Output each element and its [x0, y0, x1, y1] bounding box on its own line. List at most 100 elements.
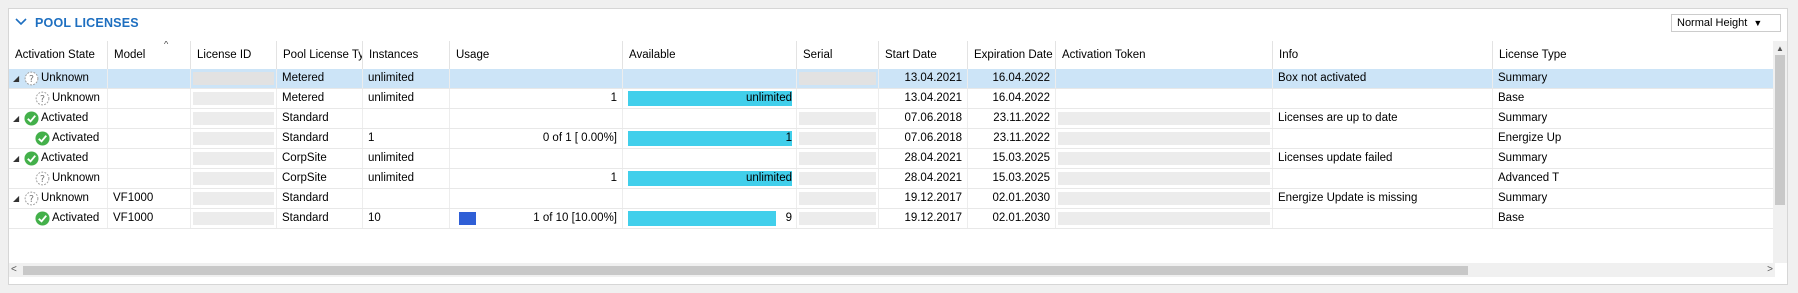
table-row[interactable]: ◢ Activated CorpSite unlimited 28.04.2021 15.… [9, 149, 1779, 169]
cell-activation-state: ? Unknown [9, 89, 107, 108]
expand-toggle-icon[interactable]: ◢ [13, 109, 19, 128]
row-height-select[interactable]: Normal Height ▼ [1671, 14, 1781, 32]
cell-start-date: 28.04.2021 [878, 149, 967, 168]
cell-serial [796, 189, 878, 208]
table-row[interactable]: ? Unknown CorpSite unlimited 28.04.2021 15.03… [9, 169, 1779, 189]
cell-license-id [190, 209, 276, 228]
expand-toggle-icon[interactable]: ◢ [13, 189, 19, 208]
cell-pool-license-type: Metered [276, 69, 362, 88]
usage-text: 1 [610, 172, 617, 184]
cell-available [622, 109, 796, 128]
check-icon [35, 211, 50, 226]
available-text: unlimited [745, 172, 792, 184]
question-icon: ? [35, 171, 50, 186]
horizontal-scrollbar[interactable]: < > [9, 263, 1775, 277]
cell-usage: 1 [449, 169, 622, 188]
scroll-left-icon[interactable]: < [11, 263, 17, 277]
column-header-license-type[interactable]: License Type [1492, 41, 1612, 69]
cell-info: Licenses are up to date [1272, 109, 1492, 128]
serial-field [799, 212, 876, 225]
vertical-scroll-thumb[interactable] [1775, 55, 1785, 205]
column-header-pool-license-type[interactable]: Pool License Type [276, 41, 362, 69]
dropdown-arrow-icon: ▼ [1753, 18, 1763, 28]
cell-license-type: Summary [1492, 189, 1612, 208]
question-icon: ? [35, 91, 50, 106]
cell-instances: unlimited [362, 89, 449, 108]
table-row[interactable]: ◢? Unknown VF1000 Standard 19.12.2017 02.01.2… [9, 189, 1779, 209]
cell-instances: 1 [362, 129, 449, 148]
svg-text:?: ? [29, 194, 34, 205]
cell-activation-state: Activated [9, 129, 107, 148]
cell-model [107, 129, 190, 148]
column-header-serial[interactable]: Serial [796, 41, 878, 69]
column-header-available[interactable]: Available [622, 41, 796, 69]
column-header-usage[interactable]: Usage [449, 41, 622, 69]
grid-header: Activation State Model License ID Pool Lice… [9, 41, 1779, 69]
cell-usage [449, 149, 622, 168]
svg-text:?: ? [40, 174, 45, 185]
cell-pool-license-type: CorpSite [276, 149, 362, 168]
cell-pool-license-type: CorpSite [276, 169, 362, 188]
cell-usage: 0 of 1 [ 0.00%] [449, 129, 622, 148]
cell-serial [796, 129, 878, 148]
vertical-scrollbar[interactable]: ▲ [1773, 41, 1787, 263]
cell-pool-license-type: Standard [276, 109, 362, 128]
serial-field [799, 72, 876, 85]
cell-start-date: 13.04.2021 [878, 69, 967, 88]
check-icon [35, 131, 50, 146]
cell-expiration-date: 15.03.2025 [967, 149, 1055, 168]
column-header-info[interactable]: Info [1272, 41, 1492, 69]
state-indicator: Activated [24, 149, 88, 168]
table-row[interactable]: ? Unknown Metered unlimited 13.04.2021 16.04.… [9, 89, 1779, 109]
cell-info: Box not activated [1272, 69, 1492, 88]
cell-activation-state: ◢? Unknown [9, 189, 107, 208]
column-header-start-date[interactable]: Start Date [878, 41, 967, 69]
cell-expiration-date: 23.11.2022 [967, 129, 1055, 148]
column-header-activation-state[interactable]: Activation State [9, 41, 107, 69]
cell-license-id [190, 69, 276, 88]
table-row[interactable]: ◢ Activated Standard 07.06.2018 23.11.2022 Li… [9, 109, 1779, 129]
column-header-activation-token[interactable]: Activation Token [1055, 41, 1272, 69]
serial-field [799, 132, 876, 145]
state-label: Activated [41, 112, 89, 124]
column-header-instances[interactable]: Instances [362, 41, 449, 69]
scroll-right-icon[interactable]: > [1767, 263, 1773, 277]
column-header-expiration-date[interactable]: Expiration Date [967, 41, 1055, 69]
state-indicator: Activated [24, 109, 88, 128]
cell-info: Licenses update failed [1272, 149, 1492, 168]
column-header-model[interactable]: Model [107, 41, 190, 69]
cell-serial [796, 169, 878, 188]
cell-usage [449, 109, 622, 128]
cell-license-type: Summary [1492, 149, 1612, 168]
cell-pool-license-type: Metered [276, 89, 362, 108]
state-label: Unknown [41, 192, 89, 204]
horizontal-scroll-thumb[interactable] [23, 266, 1468, 275]
cell-available: 1 [622, 129, 796, 148]
chevron-down-icon[interactable] [15, 17, 27, 27]
cell-start-date: 13.04.2021 [878, 89, 967, 108]
license-id-field [193, 72, 274, 85]
column-header-license-id[interactable]: License ID [190, 41, 276, 69]
table-row[interactable]: ◢? Unknown Metered unlimited 13.04.2021 16.04… [9, 69, 1779, 89]
cell-license-type: Base [1492, 209, 1612, 228]
scroll-up-icon[interactable]: ▲ [1776, 44, 1784, 53]
cell-license-type: Summary [1492, 69, 1612, 88]
cell-serial [796, 69, 878, 88]
table-row[interactable]: Activated VF1000 Standard 10 19.12.2017 02.01… [9, 209, 1779, 229]
cell-serial [796, 209, 878, 228]
cell-model [107, 89, 190, 108]
cell-expiration-date: 16.04.2022 [967, 89, 1055, 108]
available-text: 1 [785, 132, 792, 144]
expand-toggle-icon[interactable]: ◢ [13, 149, 19, 168]
cell-model [107, 149, 190, 168]
cell-license-type: Base [1492, 89, 1612, 108]
cell-model: VF1000 [107, 209, 190, 228]
cell-info [1272, 169, 1492, 188]
license-id-field [193, 92, 274, 105]
expand-toggle-icon[interactable]: ◢ [13, 69, 19, 88]
state-indicator: ? Unknown [35, 89, 100, 108]
state-indicator: ? Unknown [24, 69, 89, 88]
state-label: Activated [41, 152, 89, 164]
table-row[interactable]: Activated Standard 1 07.06.2018 23.11.2022 En… [9, 129, 1779, 149]
cell-instances [362, 189, 449, 208]
